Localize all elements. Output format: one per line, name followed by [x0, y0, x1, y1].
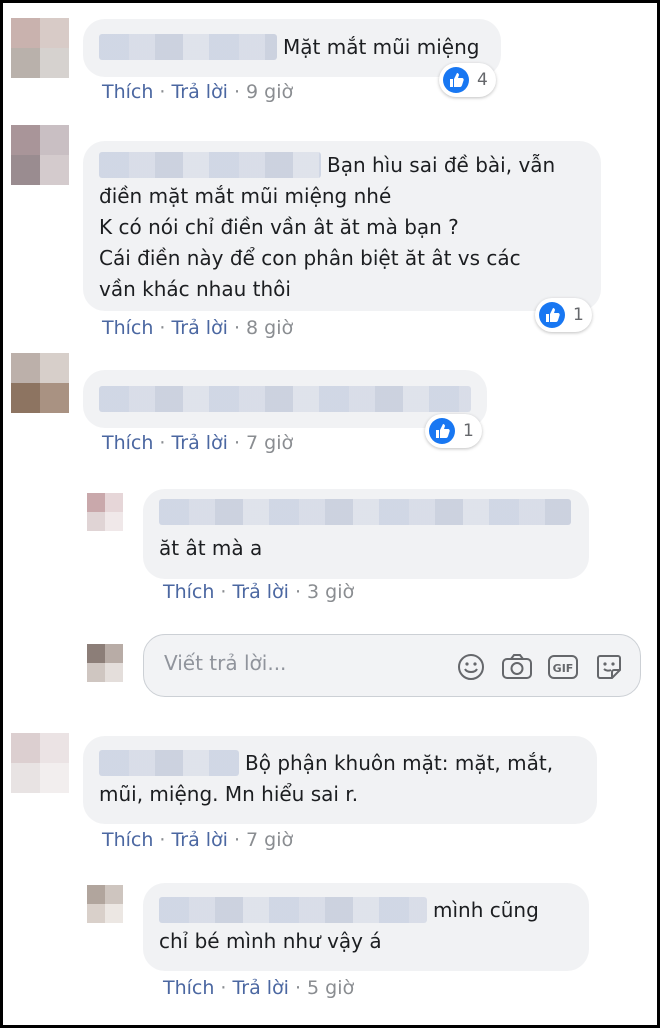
avatar[interactable] — [87, 885, 123, 923]
reaction-number: 4 — [477, 70, 488, 90]
reply-button[interactable]: Trả lời — [171, 81, 228, 103]
comment-bubble: Bạn hìu sai đề bài, vẫn điền mặt mắt mũi… — [83, 141, 601, 311]
comment-actions: Thích · Trả lời · 5 giờ — [163, 977, 355, 999]
comment-thread: Mặt mắt mũi miệng 4 Thích · Trả lời · 9 giờ … — [3, 3, 657, 1025]
comment-text-line: vần khác nhau thôi — [99, 277, 291, 301]
reaction-number: 1 — [573, 305, 584, 325]
like-button[interactable]: Thích — [163, 581, 214, 603]
reaction-count[interactable]: 4 — [439, 63, 496, 97]
current-user-avatar[interactable] — [87, 644, 123, 682]
reply-button[interactable]: Trả lời — [171, 317, 228, 339]
reply-input[interactable]: Viết trả lời... GIF — [143, 634, 641, 697]
like-icon — [443, 67, 469, 93]
reply-text-line: mình cũng — [433, 898, 539, 922]
comment-text-line: điền mặt mắt mũi miệng nhé — [99, 184, 392, 208]
comment-text: Mặt mắt mũi miệng — [283, 35, 480, 59]
like-button[interactable]: Thích — [163, 977, 214, 999]
timestamp[interactable]: 3 giờ — [307, 581, 354, 603]
redacted-name — [159, 897, 427, 923]
avatar[interactable] — [11, 353, 69, 413]
comment-actions: Thích · Trả lời · 9 giờ — [102, 81, 294, 103]
comment-bubble: Bộ phận khuôn mặt: mặt, mắt, mũi, miệng.… — [83, 736, 597, 824]
timestamp[interactable]: 9 giờ — [246, 81, 293, 103]
like-button[interactable]: Thích — [102, 432, 153, 454]
like-icon — [539, 302, 565, 328]
comment-actions: Thích · Trả lời · 7 giờ — [102, 432, 294, 454]
comment-actions: Thích · Trả lời · 3 giờ — [163, 581, 355, 603]
reply-button[interactable]: Trả lời — [232, 977, 289, 999]
timestamp[interactable]: 7 giờ — [246, 829, 293, 851]
comment-bubble: Mặt mắt mũi miệng — [83, 19, 501, 77]
comment-text-line: mũi, miệng. Mn hiểu sai r. — [99, 782, 359, 806]
reaction-number: 1 — [463, 421, 474, 441]
comment-text-line: Bộ phận khuôn mặt: mặt, mắt, — [245, 751, 554, 775]
like-button[interactable]: Thích — [102, 829, 153, 851]
avatar[interactable] — [11, 733, 69, 793]
comment-text-line: K có nói chỉ điền vần ât ăt mà bạn ? — [99, 215, 459, 239]
avatar[interactable] — [11, 125, 69, 185]
reply-placeholder: Viết trả lời... — [164, 651, 287, 675]
reply-bubble: mình cũng chỉ bé mình như vậy á — [143, 883, 589, 971]
reply-button[interactable]: Trả lời — [171, 432, 228, 454]
avatar[interactable] — [11, 18, 69, 78]
comment-text-line: Cái điền này để con phân biệt ăt ât vs c… — [99, 246, 521, 270]
reaction-count[interactable]: 1 — [425, 414, 482, 448]
svg-text:GIF: GIF — [553, 662, 574, 675]
redacted-text — [99, 386, 471, 412]
like-button[interactable]: Thích — [102, 81, 153, 103]
reaction-count[interactable]: 1 — [535, 298, 592, 332]
reply-text: ăt ât mà a — [159, 536, 263, 560]
redacted-name — [99, 152, 321, 178]
camera-icon[interactable] — [500, 651, 534, 683]
redacted-name — [159, 499, 571, 525]
timestamp[interactable]: 8 giờ — [246, 317, 293, 339]
comment-bubble — [83, 370, 487, 428]
reply-toolbar: GIF — [454, 651, 626, 683]
comment-actions: Thích · Trả lời · 8 giờ — [102, 317, 294, 339]
emoji-icon[interactable] — [454, 651, 488, 683]
comment-actions: Thích · Trả lời · 7 giờ — [102, 829, 294, 851]
reply-bubble: ăt ât mà a — [143, 489, 589, 579]
timestamp[interactable]: 5 giờ — [307, 977, 354, 999]
like-button[interactable]: Thích — [102, 317, 153, 339]
reply-text-line: chỉ bé mình như vậy á — [159, 929, 382, 953]
redacted-name — [99, 750, 239, 776]
gif-icon[interactable]: GIF — [546, 651, 580, 683]
sticker-icon[interactable] — [592, 651, 626, 683]
reply-button[interactable]: Trả lời — [232, 581, 289, 603]
timestamp[interactable]: 7 giờ — [246, 432, 293, 454]
comment-text-line: Bạn hìu sai đề bài, vẫn — [327, 153, 556, 177]
like-icon — [429, 418, 455, 444]
avatar[interactable] — [87, 493, 123, 531]
redacted-name — [99, 34, 277, 60]
reply-button[interactable]: Trả lời — [171, 829, 228, 851]
